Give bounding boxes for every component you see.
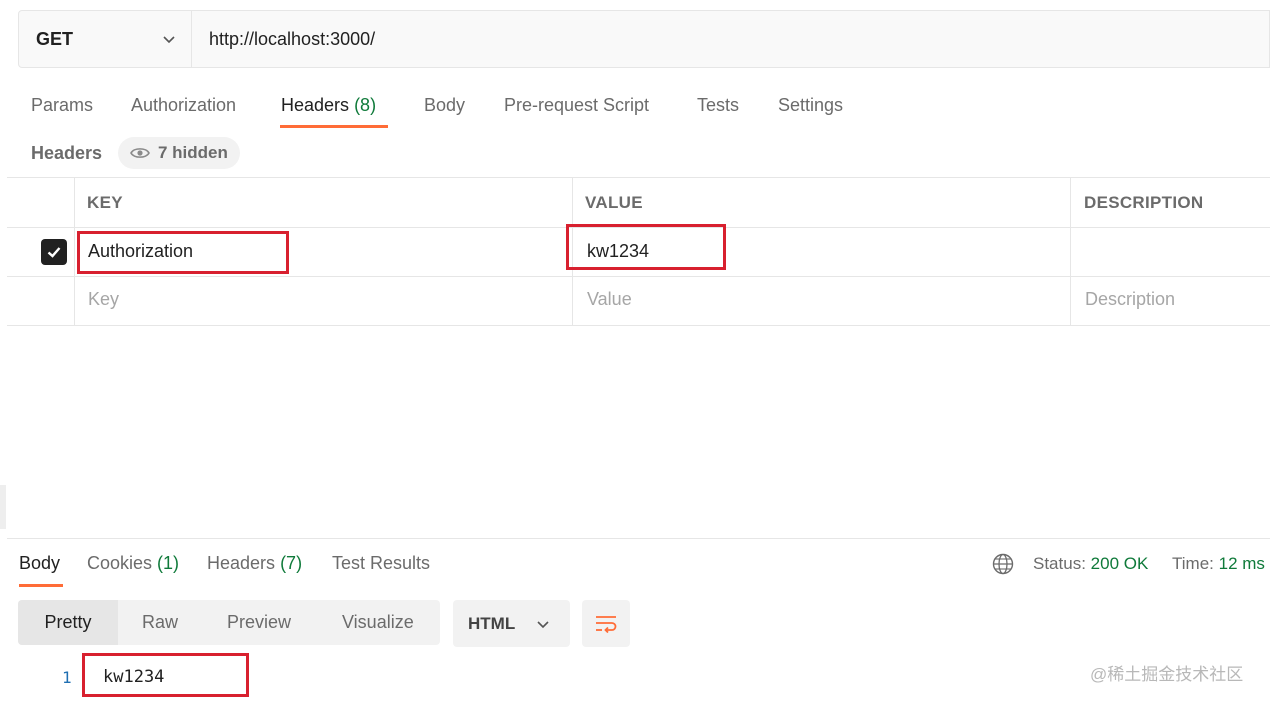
column-header-description: DESCRIPTION <box>1084 193 1204 212</box>
line-number: 1 <box>62 668 72 687</box>
view-visualize-button[interactable]: Visualize <box>342 600 414 645</box>
column-header-key: KEY <box>87 193 123 212</box>
view-pretty-button[interactable]: Pretty <box>18 600 118 645</box>
column-divider <box>1070 177 1071 326</box>
view-preview-button[interactable]: Preview <box>227 600 291 645</box>
response-tab-headers-count: (7) <box>280 553 303 573</box>
highlight-box-response <box>82 653 249 697</box>
column-divider <box>74 177 75 326</box>
table-border-bottom <box>7 325 1270 326</box>
new-value-input[interactable]: Value <box>587 289 632 310</box>
url-bar: GET http://localhost:3000/ <box>18 10 1270 68</box>
active-tab-indicator <box>280 125 388 128</box>
status-indicator[interactable]: Status: 200 OK <box>1033 554 1148 574</box>
highlight-box-key <box>77 231 289 274</box>
headers-section-title: Headers <box>31 143 103 163</box>
check-icon <box>47 247 61 258</box>
wrap-lines-button[interactable] <box>582 600 630 647</box>
chevron-down-icon <box>163 36 175 44</box>
tab-authorization[interactable]: Authorization <box>131 95 236 116</box>
format-selected-label: HTML <box>468 614 516 633</box>
response-divider <box>7 538 1270 539</box>
wrap-lines-icon <box>596 615 617 633</box>
column-header-value: VALUE <box>585 193 643 212</box>
new-key-input[interactable]: Key <box>88 289 119 310</box>
eye-icon <box>130 148 150 158</box>
tab-headers-label: Headers <box>281 95 350 115</box>
time-value: 12 ms <box>1218 554 1265 573</box>
tab-body[interactable]: Body <box>424 95 465 116</box>
response-tab-headers-label: Headers <box>207 553 276 573</box>
tab-tests[interactable]: Tests <box>697 95 739 116</box>
view-mode-group: Pretty Raw Preview Visualize <box>18 600 440 645</box>
globe-icon[interactable] <box>992 553 1014 575</box>
tab-headers[interactable]: Headers (8) <box>281 95 376 116</box>
time-indicator[interactable]: Time: 12 ms <box>1172 554 1265 574</box>
method-label: GET <box>36 28 74 49</box>
method-select[interactable]: GET <box>19 11 192 67</box>
table-row-divider <box>7 276 1270 277</box>
tab-prerequest-script[interactable]: Pre-request Script <box>504 95 649 116</box>
status-label: Status: <box>1033 554 1086 573</box>
response-tab-test-results[interactable]: Test Results <box>332 553 430 574</box>
view-raw-button[interactable]: Raw <box>142 600 178 645</box>
headers-table: KEY VALUE DESCRIPTION Authorization kw12… <box>7 177 1270 327</box>
watermark: @稀土掘金技术社区 <box>1090 665 1244 684</box>
hidden-headers-toggle[interactable]: 7 hidden <box>118 137 240 169</box>
table-border-top <box>7 177 1270 178</box>
response-tab-cookies[interactable]: Cookies (1) <box>87 553 179 574</box>
tab-headers-count: (8) <box>354 95 377 115</box>
new-description-input[interactable]: Description <box>1085 289 1175 310</box>
format-select[interactable]: HTML <box>453 600 570 647</box>
chevron-down-icon <box>537 621 549 629</box>
response-tab-headers[interactable]: Headers (7) <box>207 553 302 574</box>
panel-resize-handle[interactable] <box>0 485 6 529</box>
url-input[interactable]: http://localhost:3000/ <box>209 29 375 50</box>
response-tab-body[interactable]: Body <box>19 553 60 574</box>
response-active-tab-indicator <box>19 584 63 587</box>
hidden-count-label: 7 hidden <box>158 143 228 162</box>
response-tab-cookies-label: Cookies <box>87 553 153 573</box>
response-tab-cookies-count: (1) <box>157 553 180 573</box>
highlight-box-value <box>566 224 726 270</box>
status-value: 200 OK <box>1090 554 1149 573</box>
tab-settings[interactable]: Settings <box>778 95 843 116</box>
time-label: Time: <box>1172 554 1214 573</box>
tab-params[interactable]: Params <box>31 95 93 116</box>
row-enabled-checkbox[interactable] <box>41 239 67 265</box>
